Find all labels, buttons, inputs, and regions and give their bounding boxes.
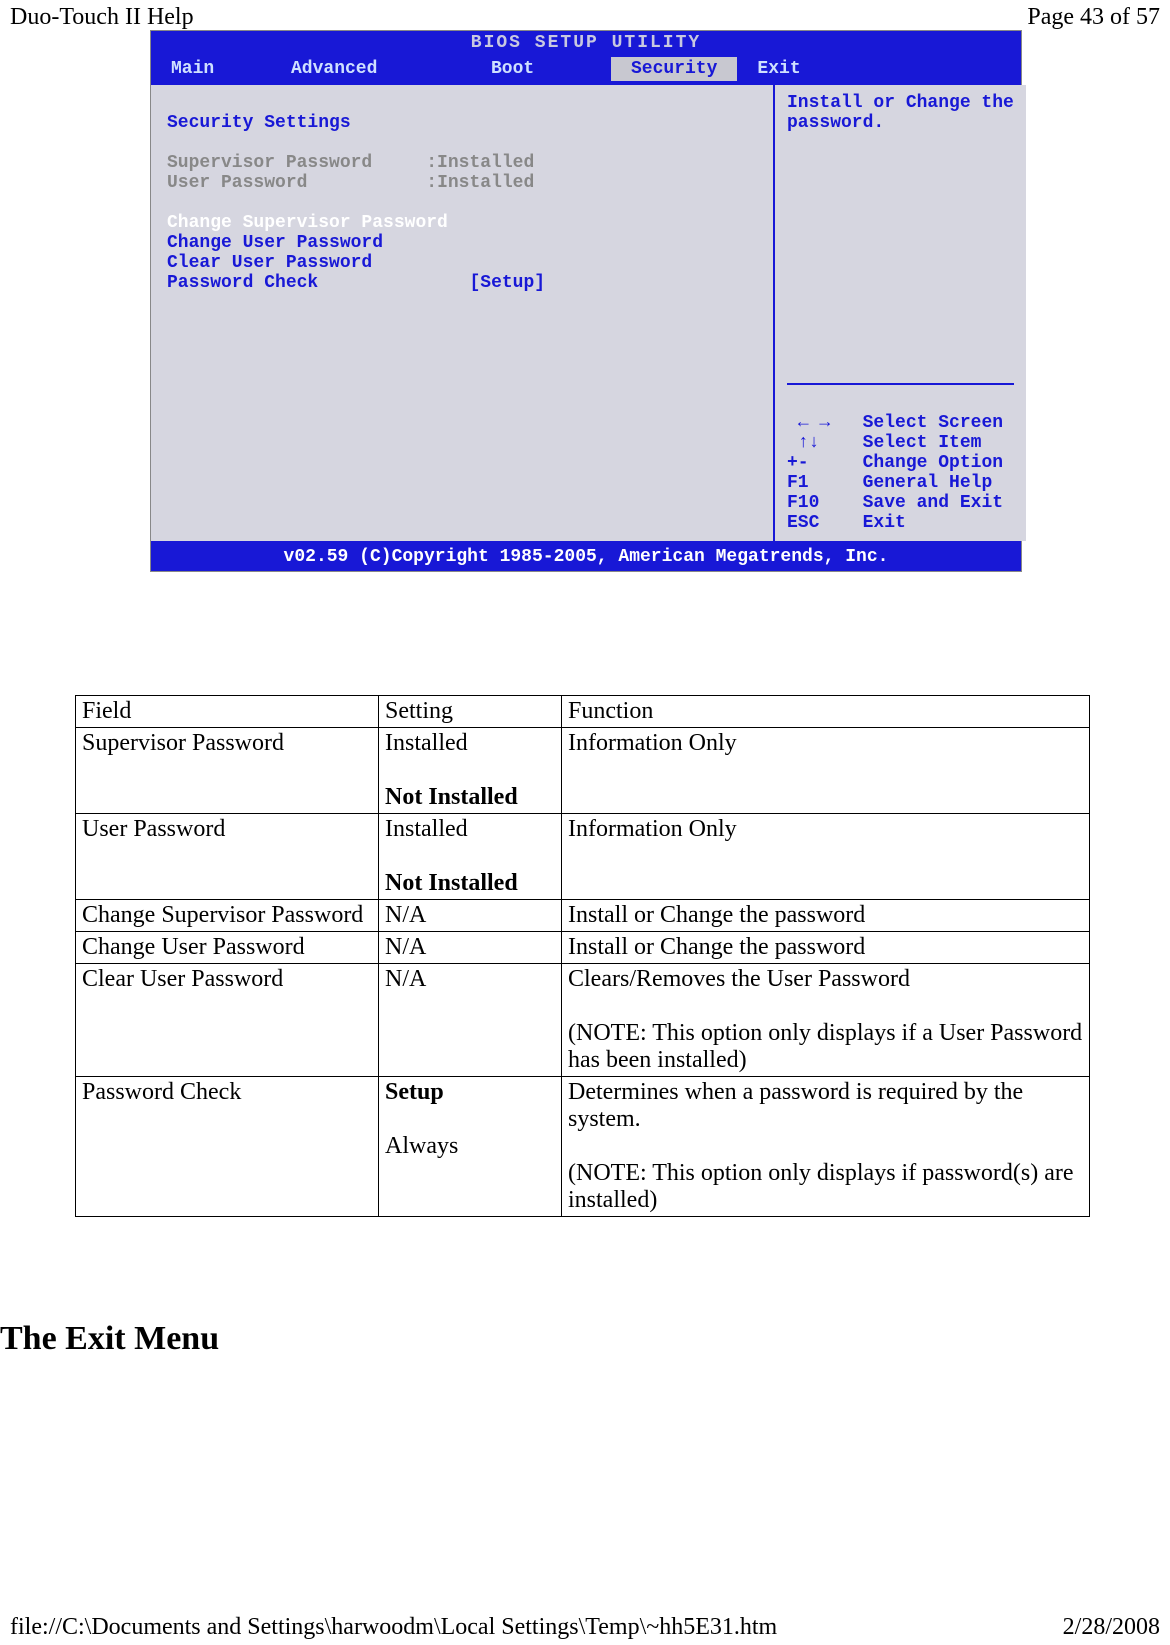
cell-function: Install or Change the password bbox=[562, 932, 1090, 964]
doc-footer-left: file://C:\Documents and Settings\harwood… bbox=[10, 1614, 777, 1641]
cell-field: Clear User Password bbox=[76, 964, 379, 1077]
bios-help-line2: password. bbox=[787, 113, 884, 133]
func-note: (NOTE: This option only displays if pass… bbox=[568, 1160, 1074, 1213]
nav-key-f1: F1 bbox=[787, 473, 809, 493]
setting-opt: Installed bbox=[385, 816, 468, 842]
bios-change-supervisor-password: Change Supervisor Password bbox=[167, 213, 448, 233]
cell-field: Change Supervisor Password bbox=[76, 900, 379, 932]
func-note: (NOTE: This option only displays if a Us… bbox=[568, 1020, 1082, 1073]
nav-label-select-item: Select Item bbox=[863, 433, 982, 453]
table-row: Password Check Setup Always Determines w… bbox=[76, 1077, 1090, 1217]
cell-setting: N/A bbox=[379, 932, 562, 964]
nav-label-save-exit: Save and Exit bbox=[863, 493, 1003, 513]
bios-clear-user-password: Clear User Password bbox=[167, 253, 372, 273]
nav-label-exit: Exit bbox=[863, 513, 906, 533]
setting-opt-bold: Not Installed bbox=[385, 870, 518, 896]
table-row: Change User Password N/A Install or Chan… bbox=[76, 932, 1090, 964]
cell-field: Supervisor Password bbox=[76, 728, 379, 814]
cell-setting: N/A bbox=[379, 900, 562, 932]
nav-key-arrows-ud: ↑↓ bbox=[798, 433, 820, 453]
setting-opt: Always bbox=[385, 1133, 458, 1159]
cell-setting: N/A bbox=[379, 964, 562, 1077]
section-heading-exit-menu: The Exit Menu bbox=[0, 1320, 219, 1358]
cell-setting: Setup Always bbox=[379, 1077, 562, 1217]
nav-key-f10: F10 bbox=[787, 493, 819, 513]
bios-sp-label: Supervisor Password bbox=[167, 153, 372, 173]
bios-screenshot: BIOS SETUP UTILITY Main Advanced Boot Se… bbox=[150, 30, 1022, 572]
nav-key-plusminus: +- bbox=[787, 453, 809, 473]
nav-key-esc: ESC bbox=[787, 513, 819, 533]
bios-tab-boot: Boot bbox=[471, 57, 611, 81]
setting-opt-bold: Not Installed bbox=[385, 784, 518, 810]
bios-tab-exit: Exit bbox=[737, 57, 820, 81]
th-function: Function bbox=[562, 696, 1090, 728]
table-header-row: Field Setting Function bbox=[76, 696, 1090, 728]
table-row: Clear User Password N/A Clears/Removes t… bbox=[76, 964, 1090, 1077]
bios-change-user-password: Change User Password bbox=[167, 233, 383, 253]
bios-help-line1: Install or Change the bbox=[787, 93, 1014, 113]
cell-function: Information Only bbox=[562, 814, 1090, 900]
cell-function: Install or Change the password bbox=[562, 900, 1090, 932]
bios-tab-security: Security bbox=[611, 57, 737, 81]
bios-sp-value: :Installed bbox=[426, 153, 534, 173]
setting-opt: Installed bbox=[385, 730, 468, 756]
cell-field: Change User Password bbox=[76, 932, 379, 964]
bios-tab-advanced: Advanced bbox=[271, 57, 471, 81]
table-row: Change Supervisor Password N/A Install o… bbox=[76, 900, 1090, 932]
doc-header-right: Page 43 of 57 bbox=[1027, 4, 1160, 31]
nav-label-select-screen: Select Screen bbox=[863, 413, 1003, 433]
cell-function: Clears/Removes the User Password (NOTE: … bbox=[562, 964, 1090, 1077]
table-row: Supervisor Password Installed Not Instal… bbox=[76, 728, 1090, 814]
cell-setting: Installed Not Installed bbox=[379, 728, 562, 814]
bios-up-label: User Password bbox=[167, 173, 307, 193]
security-settings-table: Field Setting Function Supervisor Passwo… bbox=[75, 695, 1090, 1217]
th-field: Field bbox=[76, 696, 379, 728]
bios-copyright: v02.59 (C)Copyright 1985-2005, American … bbox=[151, 543, 1021, 571]
func-line: Determines when a password is required b… bbox=[568, 1079, 1023, 1132]
doc-footer-right: 2/28/2008 bbox=[1063, 1614, 1160, 1641]
cell-field: Password Check bbox=[76, 1077, 379, 1217]
bios-password-check-value: [Setup] bbox=[469, 273, 545, 293]
bios-password-check-label: Password Check bbox=[167, 273, 318, 293]
table-row: User Password Installed Not Installed In… bbox=[76, 814, 1090, 900]
bios-tab-main: Main bbox=[151, 57, 271, 81]
bios-security-heading: Security Settings bbox=[167, 113, 351, 133]
cell-function: Information Only bbox=[562, 728, 1090, 814]
th-setting: Setting bbox=[379, 696, 562, 728]
nav-label-change-option: Change Option bbox=[863, 453, 1003, 473]
cell-function: Determines when a password is required b… bbox=[562, 1077, 1090, 1217]
nav-key-arrows-lr: ← → bbox=[798, 413, 830, 433]
bios-up-value: :Installed bbox=[426, 173, 534, 193]
setting-opt-bold: Setup bbox=[385, 1079, 444, 1105]
nav-label-general-help: General Help bbox=[863, 473, 993, 493]
func-line: Clears/Removes the User Password bbox=[568, 966, 910, 992]
cell-field: User Password bbox=[76, 814, 379, 900]
bios-title: BIOS SETUP UTILITY bbox=[151, 31, 1021, 55]
doc-header-left: Duo-Touch II Help bbox=[10, 4, 194, 31]
cell-setting: Installed Not Installed bbox=[379, 814, 562, 900]
